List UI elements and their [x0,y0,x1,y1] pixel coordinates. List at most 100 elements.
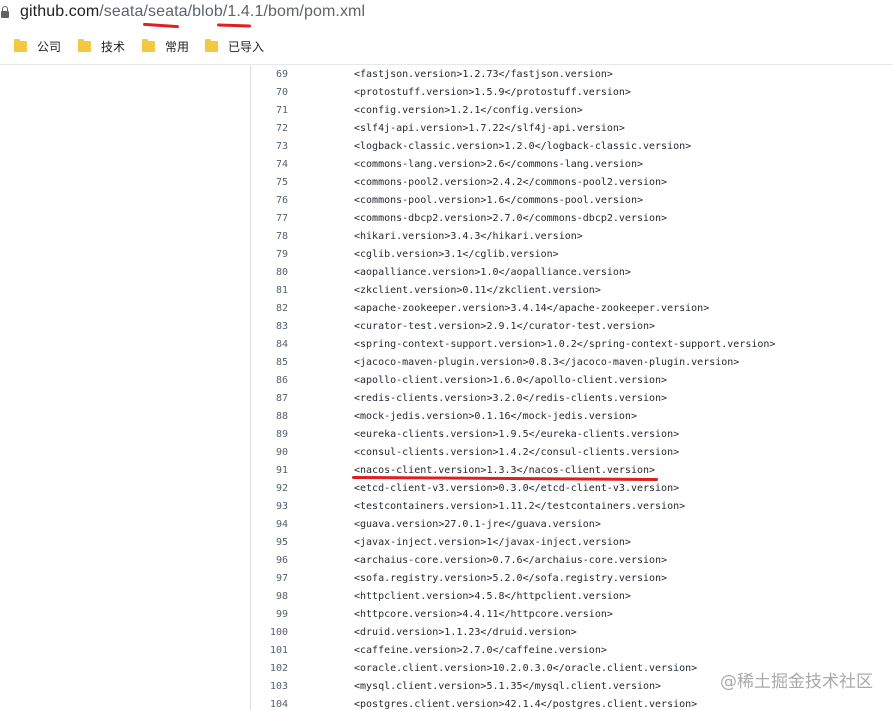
code-text: <curator-test.version>2.9.1</curator-tes… [354,321,656,332]
line-number[interactable]: 77 [251,213,288,224]
code-line: 78 <hikari.version>3.4.3</hikari.version> [251,228,893,246]
code-line: 72 <slf4j-api.version>1.7.22</slf4j-api.v… [251,120,893,138]
line-number[interactable]: 80 [251,267,288,278]
code-line: 92 <etcd-client-v3.version>0.3.0</etcd-cl… [251,480,893,498]
code-text: <commons-dbcp2.version>2.7.0</commons-db… [354,213,668,224]
line-number[interactable]: 76 [251,195,288,206]
code-text: <fastjson.version>1.2.73</fastjson.versi… [354,69,613,80]
code-text: <httpcore.version>4.4.11</httpcore.versi… [354,609,613,620]
code-line: 100 <druid.version>1.1.23</druid.version> [251,624,893,642]
line-number[interactable]: 84 [251,339,288,350]
code-text: <slf4j-api.version>1.7.22</slf4j-api.ver… [354,123,625,134]
code-line: 85 <jacoco-maven-plugin.version>0.8.3</ja… [251,354,893,372]
file-tree-panel [0,65,251,710]
code-line: 99 <httpcore.version>4.4.11</httpcore.ver… [251,606,893,624]
line-number[interactable]: 91 [251,465,288,476]
line-number[interactable]: 70 [251,87,288,98]
line-number[interactable]: 96 [251,555,288,566]
code-text: <config.version>1.2.1</config.version> [354,105,583,116]
code-line: 93 <testcontainers.version>1.11.2</testco… [251,498,893,516]
code-text: <commons-pool.version>1.6</commons-pool.… [354,195,643,206]
line-number[interactable]: 86 [251,375,288,386]
code-line: 86 <apollo-client.version>1.6.0</apollo-c… [251,372,893,390]
bookmark-label: 已导入 [228,39,265,54]
bookmark-imported[interactable]: 已导入 [205,38,264,54]
line-number[interactable]: 101 [251,645,288,656]
line-number[interactable]: 102 [251,663,288,674]
url-host: github.com [20,3,100,20]
line-number[interactable]: 92 [251,483,288,494]
bookmark-tech[interactable]: 技术 [78,38,125,54]
line-number[interactable]: 103 [251,681,288,692]
line-number[interactable]: 88 [251,411,288,422]
code-text: <mysql.client.version>5.1.35</mysql.clie… [354,681,662,692]
line-number[interactable]: 93 [251,501,288,512]
line-number[interactable]: 94 [251,519,288,530]
code-line: 90 <consul-clients.version>1.4.2</consul-… [251,444,893,462]
watermark: @稀土掘金技术社区 [720,672,873,692]
line-number[interactable]: 90 [251,447,288,458]
line-number[interactable]: 71 [251,105,288,116]
code-text: <redis-clients.version>3.2.0</redis-clie… [354,393,668,404]
code-line: 80 <aopalliance.version>1.0</aopalliance.… [251,264,893,282]
code-line: 89 <eureka-clients.version>1.9.5</eureka-… [251,426,893,444]
line-number[interactable]: 75 [251,177,288,188]
code-line: 82 <apache-zookeeper.version>3.4.14</apac… [251,300,893,318]
code-text: <javax-inject.version>1</javax-inject.ve… [354,537,631,548]
code-line: 98 <httpclient.version>4.5.8</httpclient.… [251,588,893,606]
code-text: <protostuff.version>1.5.9</protostuff.ve… [354,87,631,98]
line-number[interactable]: 78 [251,231,288,242]
code-text: <archaius-core.version>0.7.6</archaius-c… [354,555,668,566]
line-number[interactable]: 74 [251,159,288,170]
code-text: <guava.version>27.0.1-jre</guava.version… [354,519,601,530]
code-view: 69 <fastjson.version>1.2.73</fastjson.ver… [251,65,893,710]
code-line: 101 <caffeine.version>2.7.0</caffeine.ver… [251,642,893,660]
code-text: <spring-context-support.version>1.0.2</s… [354,339,776,350]
annotation-underline-version [216,23,252,28]
line-number[interactable]: 83 [251,321,288,332]
bookmark-company[interactable]: 公司 [14,38,61,54]
line-number[interactable]: 98 [251,591,288,602]
url-text[interactable]: github.com/seata/seata/blob/1.4.1/bom/po… [20,3,365,21]
code-text: <mock-jedis.version>0.1.16</mock-jedis.v… [354,411,637,422]
code-text: <aopalliance.version>1.0</aopalliance.ve… [354,267,631,278]
code-text: <cglib.version>3.1</cglib.version> [354,249,559,260]
code-text: <oracle.client.version>10.2.0.3.0</oracl… [354,663,698,674]
code-line: 70 <protostuff.version>1.5.9</protostuff.… [251,84,893,102]
code-line: 97 <sofa.registry.version>5.2.0</sofa.reg… [251,570,893,588]
code-line: 71 <config.version>1.2.1</config.version> [251,102,893,120]
bookmarks-bar: 公司 技术 常用 已导入 [0,28,893,65]
address-bar[interactable]: github.com/seata/seata/blob/1.4.1/bom/po… [0,0,893,29]
code-text: <eureka-clients.version>1.9.5</eureka-cl… [354,429,680,440]
line-number[interactable]: 85 [251,357,288,368]
line-number[interactable]: 99 [251,609,288,620]
line-number[interactable]: 89 [251,429,288,440]
folder-icon [205,38,218,52]
line-number[interactable]: 81 [251,285,288,296]
line-number[interactable]: 72 [251,123,288,134]
line-number[interactable]: 73 [251,141,288,152]
code-text: <druid.version>1.1.23</druid.version> [354,627,577,638]
bookmark-label: 技术 [101,39,126,54]
code-text: <jacoco-maven-plugin.version>0.8.3</jaco… [354,357,740,368]
folder-icon [78,38,91,52]
code-text: <logback-classic.version>1.2.0</logback-… [354,141,692,152]
line-number[interactable]: 82 [251,303,288,314]
code-text: <commons-lang.version>2.6</commons-lang.… [354,159,643,170]
lock-icon[interactable] [1,6,9,18]
code-line: 76 <commons-pool.version>1.6</commons-poo… [251,192,893,210]
line-number[interactable]: 69 [251,69,288,80]
code-text: <apollo-client.version>1.6.0</apollo-cli… [354,375,668,386]
bookmark-common[interactable]: 常用 [142,38,189,54]
bookmark-label: 常用 [165,39,190,54]
folder-icon [14,38,27,52]
line-number[interactable]: 104 [251,699,288,710]
line-number[interactable]: 97 [251,573,288,584]
line-number[interactable]: 95 [251,537,288,548]
code-line: 94 <guava.version>27.0.1-jre</guava.versi… [251,516,893,534]
code-text: <testcontainers.version>1.11.2</testcont… [354,501,686,512]
line-number[interactable]: 79 [251,249,288,260]
line-number[interactable]: 100 [251,627,288,638]
line-number[interactable]: 87 [251,393,288,404]
code-line: 75 <commons-pool2.version>2.4.2</commons-… [251,174,893,192]
